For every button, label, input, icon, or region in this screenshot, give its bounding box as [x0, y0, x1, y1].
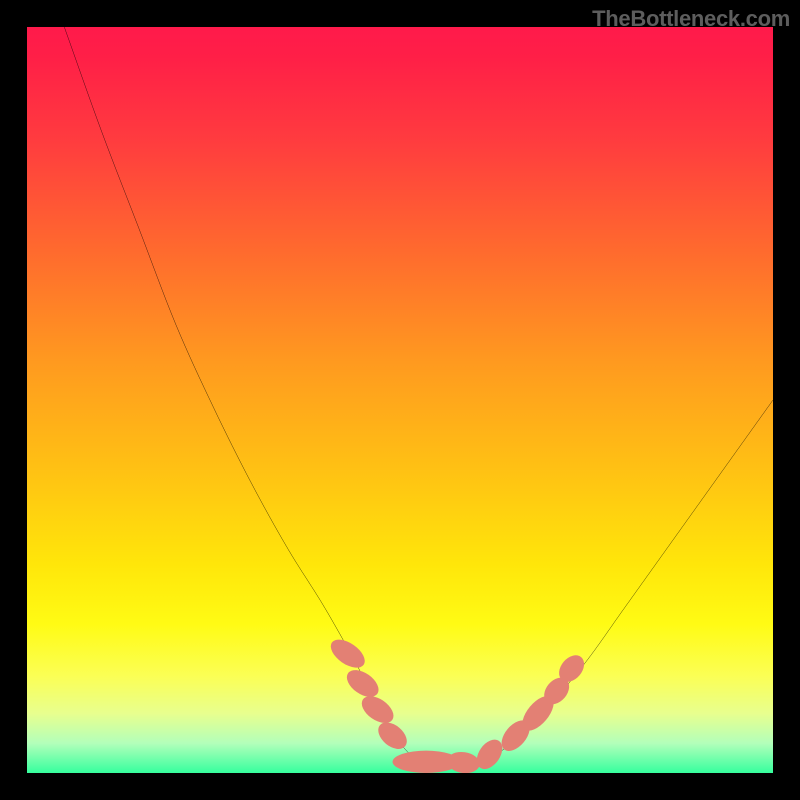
curve-marker — [326, 634, 370, 673]
chart-frame: TheBottleneck.com — [0, 0, 800, 800]
curve-marker — [357, 691, 398, 729]
curve-marker — [342, 665, 383, 703]
curve-marker — [373, 717, 412, 754]
curve-layer — [27, 27, 773, 773]
bottleneck-curve — [64, 27, 773, 766]
plot-area — [27, 27, 773, 773]
curve-marker — [446, 750, 481, 773]
watermark-text: TheBottleneck.com — [592, 6, 790, 32]
curve-markers — [326, 634, 589, 773]
